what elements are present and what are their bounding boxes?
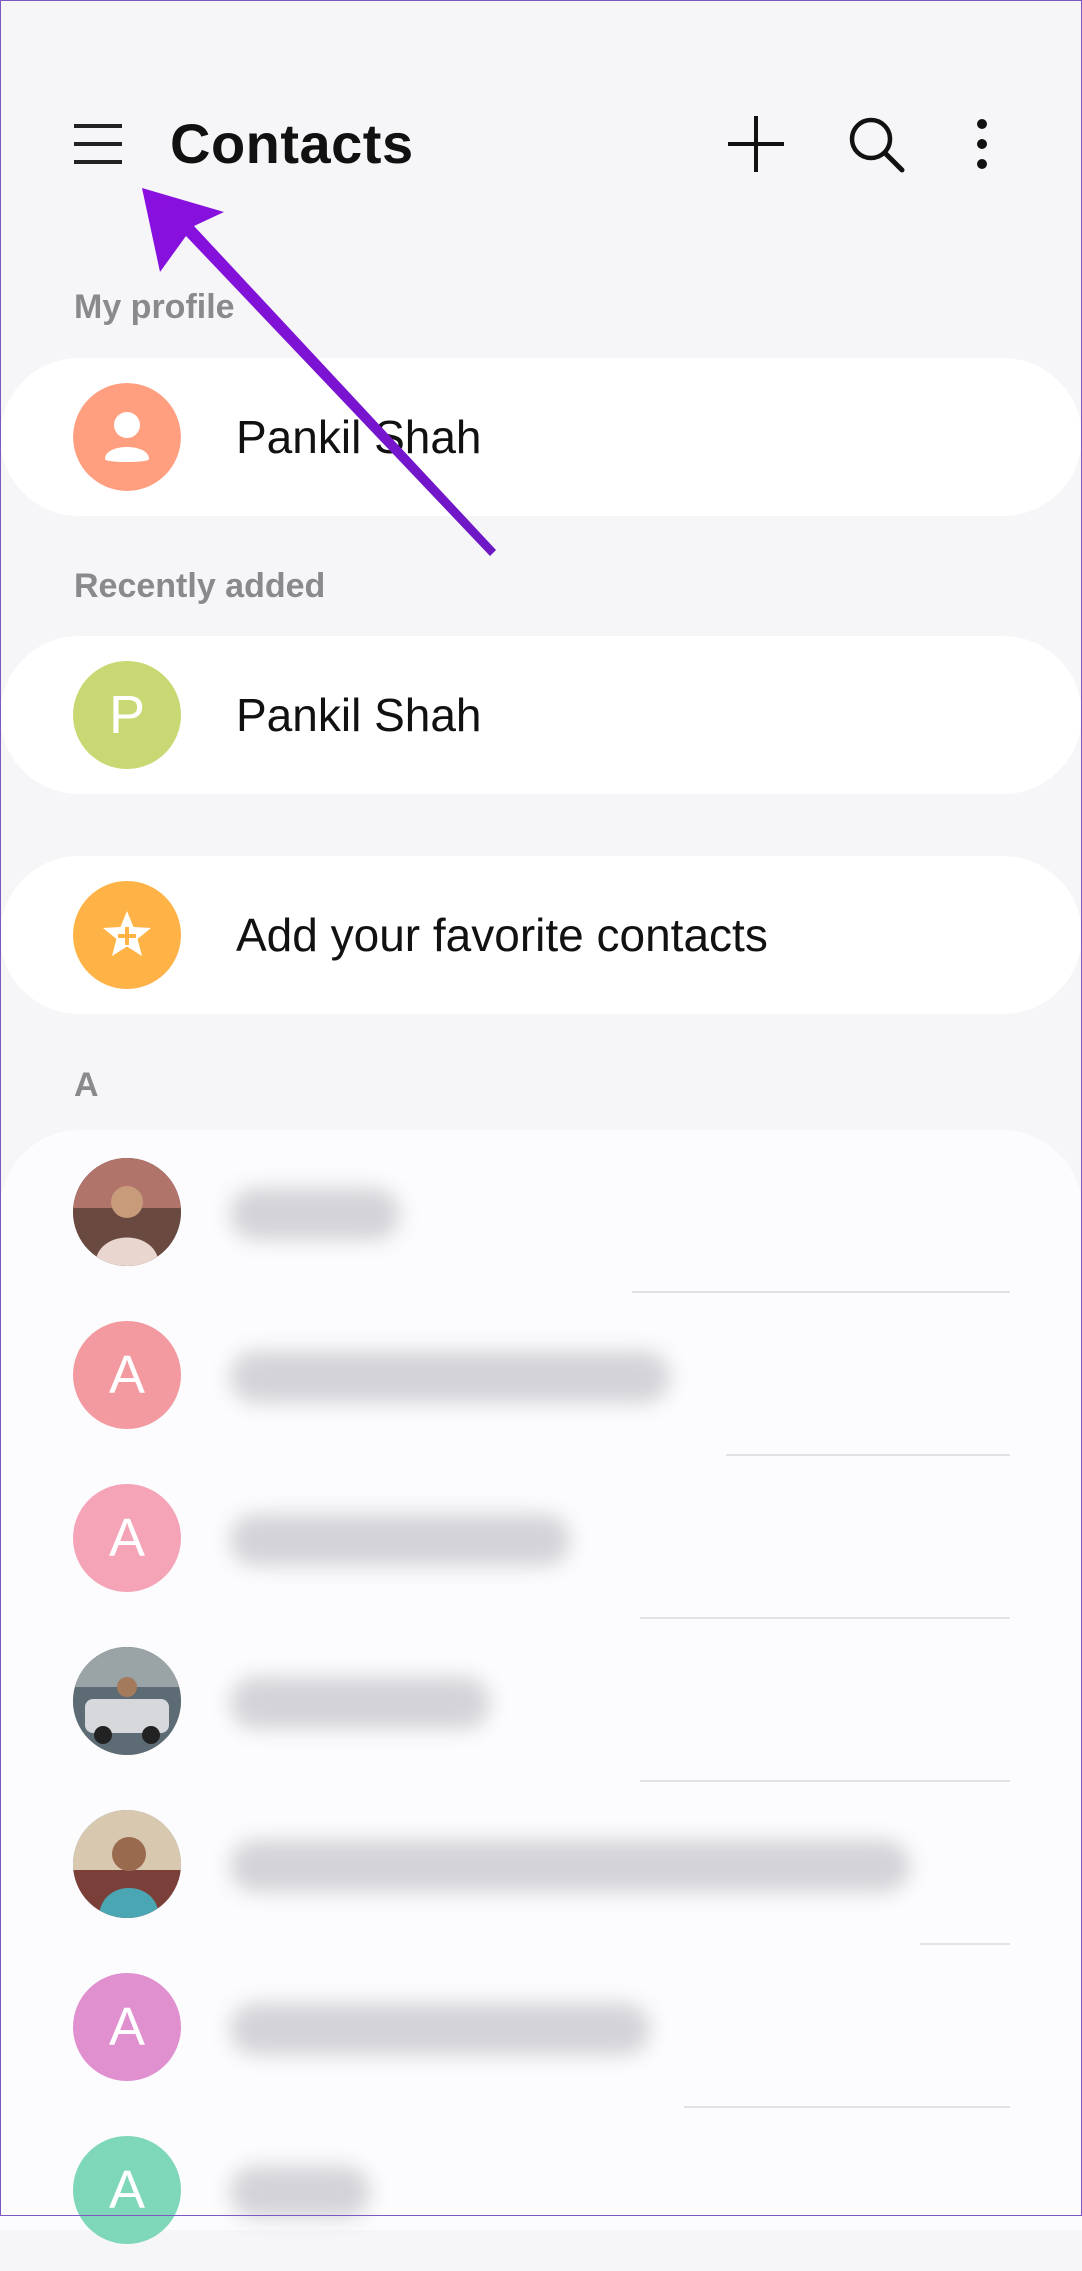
contact-photo-avatar <box>73 1810 181 1918</box>
add-favorites-label: Add your favorite contacts <box>236 909 768 961</box>
recent-contact-card[interactable]: P Pankil Shah <box>0 636 1082 794</box>
list-item[interactable] <box>0 1130 1082 1293</box>
contact-name-redacted <box>230 1840 910 1892</box>
section-label-my-profile: My profile <box>74 288 235 326</box>
menu-icon[interactable] <box>62 108 134 180</box>
list-item[interactable]: A <box>0 1945 1082 2108</box>
more-options-icon[interactable] <box>946 108 1018 180</box>
contact-name-redacted <box>230 1514 570 1566</box>
section-label-a: A <box>74 1066 99 1104</box>
contact-avatar: A <box>73 1973 181 2081</box>
add-icon[interactable] <box>720 108 792 180</box>
app-header: Contacts <box>0 0 1082 270</box>
profile-avatar <box>73 383 181 491</box>
contact-photo-avatar <box>73 1158 181 1266</box>
list-item[interactable]: A <box>0 1456 1082 1619</box>
contact-list: A A A A <box>0 1130 1082 2244</box>
profile-name: Pankil Shah <box>236 411 482 463</box>
recent-contact-name: Pankil Shah <box>236 689 482 741</box>
contact-avatar: A <box>73 1484 181 1592</box>
person-icon <box>73 383 181 491</box>
contact-name-redacted <box>230 1188 400 1240</box>
contact-photo-avatar <box>73 1647 181 1755</box>
list-item[interactable]: A <box>0 1293 1082 1456</box>
contact-avatar: A <box>73 2136 181 2244</box>
list-item[interactable] <box>0 1782 1082 1945</box>
contact-name-redacted <box>230 1351 670 1403</box>
list-item[interactable] <box>0 1619 1082 1782</box>
contact-name-redacted <box>230 2003 650 2055</box>
list-item[interactable]: A <box>0 2108 1082 2271</box>
contact-name-redacted <box>230 1677 490 1729</box>
my-profile-card[interactable]: Pankil Shah <box>0 358 1082 516</box>
recent-avatar: P <box>73 661 181 769</box>
section-label-recently-added: Recently added <box>74 567 326 605</box>
add-favorites-card[interactable]: Add your favorite contacts <box>0 856 1082 1014</box>
search-icon[interactable] <box>840 108 912 180</box>
contact-name-redacted <box>230 2166 370 2218</box>
favorite-star-icon <box>73 881 181 989</box>
page-title: Contacts <box>170 112 414 175</box>
contact-avatar: A <box>73 1321 181 1429</box>
